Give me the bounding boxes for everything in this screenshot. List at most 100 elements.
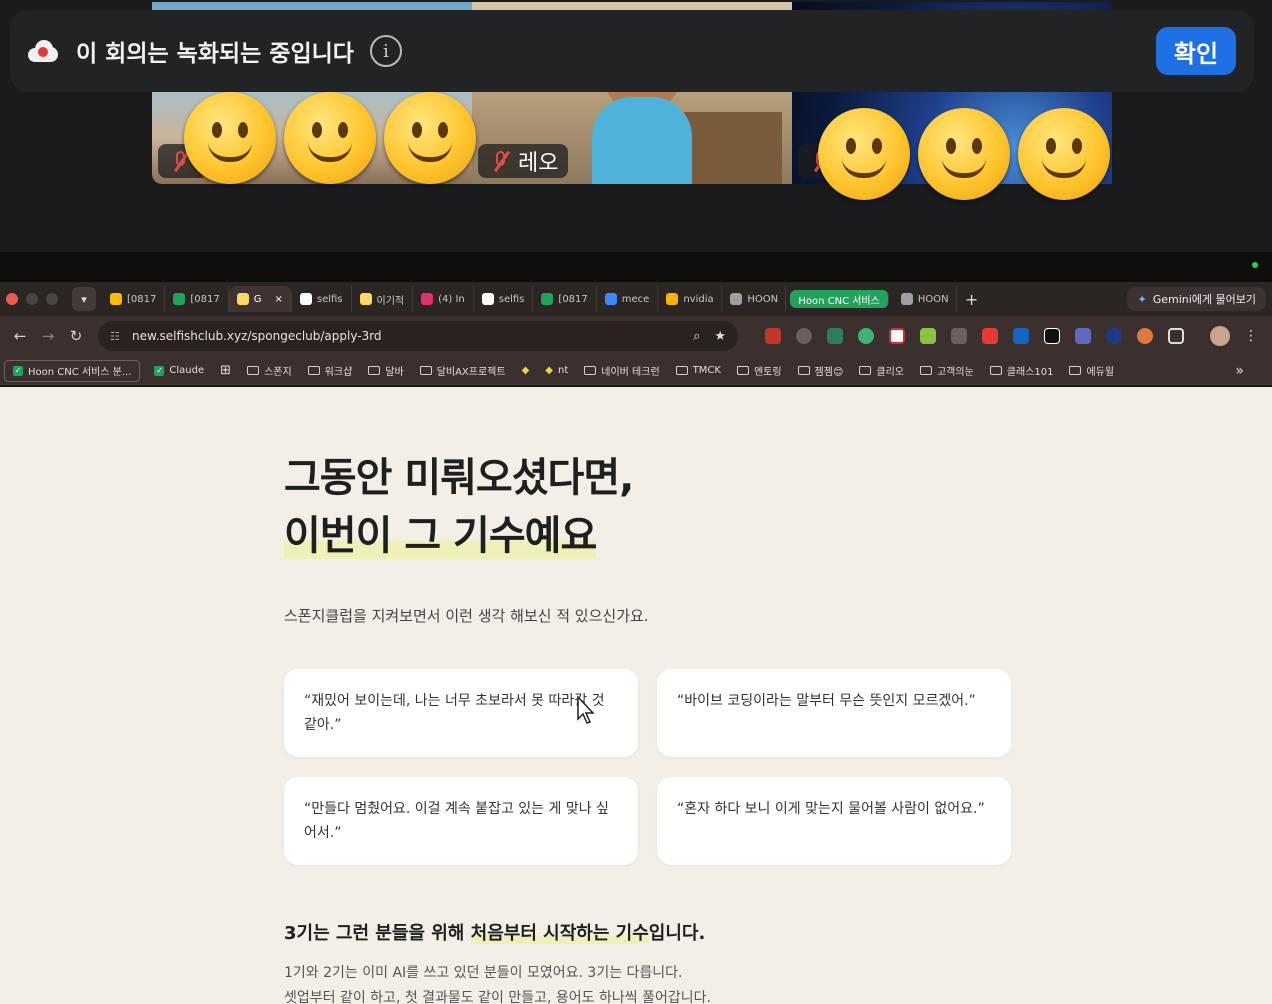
extension-20-icon[interactable] [1013,328,1029,344]
reload-icon[interactable]: ↻ [62,327,90,345]
bookmark-item[interactable]: 멘토링 [729,360,790,382]
address-bar[interactable]: ☷ new.selfishclub.xyz/spongeclub/apply-3… [98,321,738,351]
browser-tab[interactable]: selfis [474,286,534,312]
extension-chat-icon[interactable] [827,328,843,344]
folder-icon [859,366,872,375]
minimize-window-button[interactable] [26,293,38,305]
bookmark-item[interactable]: 스폰지 [239,360,300,382]
folder-icon [919,366,932,375]
tab-strip: [0817 [0817 G × selfis 이기적 (4) In selfis [0817 me… [102,286,957,312]
tab-label: [0817 [127,293,157,305]
bookmark-item[interactable]: TMCK [668,360,729,382]
mic-muted-icon [488,149,512,173]
site-info-icon[interactable]: ☷ [110,330,124,343]
maximize-window-button[interactable] [46,293,58,305]
browser-tab[interactable]: HOON [722,286,787,312]
browser-tab-bar: ▾ [0817 [0817 G × selfis 이기적 (4) In selfis [0817… [0,282,1272,316]
subheading-pre: 3기는 그런 분들을 위해 [284,923,471,944]
extension-translate-icon[interactable] [951,328,967,344]
bookmark-item[interactable]: 고객의눈 [912,360,982,382]
subheading-post: 입니다. [648,923,706,944]
folder-icon [1069,366,1082,375]
extension-s-icon[interactable] [765,328,781,344]
browser-tab[interactable]: nvidia [658,286,723,312]
bookmarks-bar: ✓ Hoon CNC 서비스 분... ✓ Claude ⊞ 스폰지 워크샵 달바 달비AX프로… [0,356,1272,386]
bookmark-list: ✓ Hoon CNC 서비스 분... ✓ Claude ⊞ 스폰지 워크샵 달바 달비AX프로… [4,359,1122,382]
bookmark-label: TMCK [692,365,721,376]
smiley-emoji-icon [818,108,910,200]
bookmark-item[interactable]: ✓ Hoon CNC 서비스 분... [4,359,141,382]
extensions-puzzle-icon[interactable] [1168,328,1184,344]
extension-scan-icon[interactable] [1044,328,1060,344]
close-tab-icon[interactable]: × [274,294,282,305]
extension-new-icon[interactable] [982,328,998,344]
lead-text: 스폰지클럽을 지켜보면서 이런 생각 해보신 적 있으신가요. [284,607,649,625]
bookmark-item[interactable]: ✓ Claude [146,360,212,382]
bookmark-label: 젬젬😊 [814,367,844,378]
folder-icon [307,366,320,375]
profile-avatar[interactable] [1210,326,1230,346]
back-arrow-icon[interactable]: ← [6,327,34,345]
bookmark-item[interactable]: 네이버 테크런 [576,360,667,382]
info-icon[interactable]: i [369,35,402,67]
smiley-emoji-icon [1018,108,1110,200]
folder-icon [797,366,810,375]
menu-kebab-icon[interactable]: ⋮ [1244,328,1258,344]
tab-favicon-icon [666,293,679,305]
browser-tab[interactable]: Hoon CNC 서비스 [790,290,889,308]
bookmark-item[interactable]: ◆ nt [537,360,576,382]
recording-banner: 이 회의는 녹화되는 중입니다 i 확인 [10,10,1254,92]
quote-card: “만들다 멈췄어요. 이걸 계속 붙잡고 있는 게 맞나 싶어서.” [284,777,638,865]
forward-arrow-icon[interactable]: → [34,327,62,345]
extension-pen-icon[interactable] [920,328,936,344]
tab-search-chevron-icon[interactable]: ▾ [72,287,96,311]
extension-mic-icon[interactable] [796,328,812,344]
extension-burst-icon[interactable] [1137,328,1153,344]
tab-label: selfis [498,293,525,305]
tab-favicon-icon [541,293,554,305]
bookmark-star-icon[interactable]: ★ [714,329,726,344]
browser-tab[interactable]: [0817 [533,286,597,312]
confirm-button[interactable]: 확인 [1156,27,1236,75]
bookmark-item[interactable]: 달비AX프로젝트 [412,360,514,382]
browser-tab[interactable]: selfis [292,286,352,312]
quote-card: “혼자 하다 보니 이게 맞는지 물어볼 사람이 없어요.” [657,777,1011,865]
bookmark-label: 스폰지 [264,367,292,378]
extension-clock-icon[interactable] [1075,328,1091,344]
quote-text: “만들다 멈췄어요. 이걸 계속 붙잡고 있는 게 맞나 싶어서.” [304,801,609,841]
tab-label: HOON [917,293,949,305]
browser-tab[interactable]: G × [228,286,292,312]
close-window-button[interactable] [6,293,18,305]
zoom-icon[interactable]: ⌕ [693,329,700,344]
bookmark-item[interactable]: 젬젬😊 [790,360,852,382]
bookmark-item[interactable]: 클리오 [851,360,912,382]
more-bookmarks-chevron-icon[interactable]: » [1235,363,1244,379]
browser-tab[interactable]: (4) In [413,286,474,312]
extension-green-icon[interactable] [858,328,874,344]
bookmark-item[interactable]: 클래스101 [982,360,1062,382]
bookmark-item[interactable]: 워크샵 [300,360,361,382]
bookmark-item[interactable]: 에듀윌 [1061,360,1122,382]
section-paragraph: 1기와 2기는 이미 AI를 쓰고 있던 분들이 모였어요. 3기는 다릅니다.… [284,961,711,1004]
new-tab-button[interactable]: + [965,290,978,309]
browser-tab[interactable]: [0817 [102,286,166,312]
gemini-button[interactable]: ✦ Gemini에게 물어보기 [1127,287,1266,311]
extension-s-box-icon[interactable] [889,328,905,344]
browser-toolbar: ← → ↻ ☷ new.selfishclub.xyz/spongeclub/a… [0,316,1272,356]
extension-h-icon[interactable] [1106,328,1122,344]
bookmark-item[interactable]: ⊞ [212,360,239,382]
browser-tab[interactable]: [0817 [165,286,229,312]
tab-favicon-icon [481,293,494,305]
browser-tab[interactable]: 이기적 [352,286,414,312]
browser-tab[interactable]: HOON [893,286,957,312]
folder-icon [247,366,260,375]
hero-line-1: 그동안 미뤄오셨다면, [284,455,634,501]
bookmark-item[interactable]: 달바 [360,360,411,382]
tab-label: mece [621,293,650,305]
tab-favicon-icon [236,293,249,305]
bookmark-label: 멘토링 [753,367,782,378]
participant-name: 레오 [518,151,559,176]
browser-tab[interactable]: mece [597,286,659,312]
bookmark-item[interactable]: ◆ [514,360,538,382]
smiley-emoji-icon [184,92,276,184]
